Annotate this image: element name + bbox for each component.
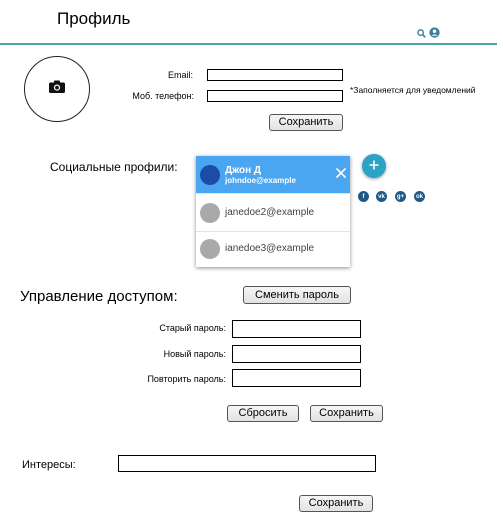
new-password-label: Новый пароль: xyxy=(163,349,226,359)
odnoklassniki-icon[interactable]: ok xyxy=(414,191,425,202)
old-password-label: Старый пароль: xyxy=(159,323,226,333)
account-email: janedoe2@example xyxy=(225,207,315,218)
access-section-title: Управление доступом: xyxy=(20,288,178,305)
save-contacts-button[interactable]: Сохранить xyxy=(269,114,343,131)
facebook-icon[interactable]: f xyxy=(358,191,369,202)
avatar xyxy=(200,238,220,259)
save-interests-button[interactable]: Сохранить xyxy=(299,495,373,512)
user-circle-icon[interactable] xyxy=(429,25,440,43)
new-password-field[interactable] xyxy=(232,345,361,363)
account-item[interactable]: ianedoe3@example xyxy=(196,230,350,267)
old-password-field[interactable] xyxy=(232,320,361,338)
social-profiles-label: Социальные профили: xyxy=(50,160,178,174)
vk-icon[interactable]: vk xyxy=(376,191,387,202)
phone-field[interactable] xyxy=(207,90,343,102)
interests-label: Интересы: xyxy=(22,459,76,471)
phone-label: Моб. телефон: xyxy=(132,91,194,101)
repeat-password-label: Повторить пароль: xyxy=(147,374,226,384)
change-password-button[interactable]: Сменить пароль xyxy=(243,286,351,304)
header-icons xyxy=(417,25,440,43)
camera-icon xyxy=(49,80,65,98)
repeat-password-field[interactable] xyxy=(232,369,361,387)
search-icon[interactable] xyxy=(417,25,426,43)
account-email: ianedoe3@example xyxy=(225,243,315,254)
header-divider xyxy=(0,43,497,45)
avatar xyxy=(200,202,220,223)
interests-field[interactable] xyxy=(118,455,376,472)
account-name: Джон Д xyxy=(225,164,262,176)
avatar xyxy=(200,164,220,185)
add-social-button[interactable] xyxy=(362,154,386,178)
email-label: Email: xyxy=(167,70,193,80)
close-icon[interactable] xyxy=(335,166,347,184)
account-email: johndoe@example xyxy=(225,175,296,185)
account-item-selected[interactable]: Джон Д johndoe@example xyxy=(196,156,350,193)
notify-note: *Заполняется для уведомлений xyxy=(350,85,476,95)
reset-button[interactable]: Сбросить xyxy=(227,405,299,422)
save-password-button[interactable]: Сохранить xyxy=(310,405,383,422)
plus-icon xyxy=(369,157,379,175)
avatar-upload[interactable] xyxy=(24,56,90,122)
google-plus-icon[interactable]: g+ xyxy=(395,191,406,202)
email-field[interactable] xyxy=(207,69,343,81)
social-accounts-list: Джон Д johndoe@example janedoe2@example … xyxy=(196,156,350,267)
page-title: Профиль xyxy=(57,9,131,28)
account-item[interactable]: janedoe2@example xyxy=(196,193,350,232)
